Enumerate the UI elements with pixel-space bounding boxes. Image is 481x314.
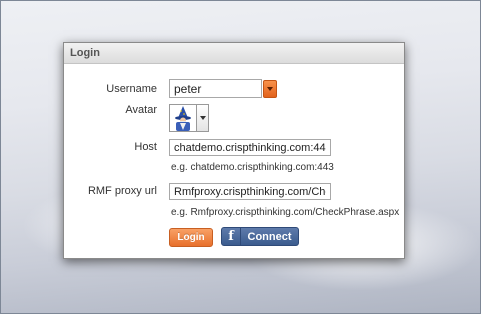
proxy-url-field[interactable]	[169, 183, 331, 200]
username-dropdown-button[interactable]	[263, 80, 277, 98]
avatar-label: Avatar	[125, 104, 157, 116]
host-label: Host	[134, 141, 157, 153]
dialog-title: Login	[64, 43, 404, 64]
facebook-icon: f	[222, 228, 241, 245]
chevron-down-icon	[267, 87, 273, 91]
username-field[interactable]	[169, 79, 262, 98]
facebook-connect-button[interactable]: f Connect	[221, 227, 299, 246]
wizard-avatar-icon[interactable]	[169, 104, 197, 132]
avatar-dropdown-button[interactable]	[197, 104, 209, 132]
login-dialog: Login Username Avatar Host e.g. chatdemo…	[63, 42, 405, 259]
proxy-hint: e.g. Rmfproxy.crispthinking.com/CheckPhr…	[171, 207, 400, 218]
background: Login Username Avatar Host e.g. chatdemo…	[0, 0, 481, 314]
host-hint: e.g. chatdemo.crispthinking.com:443	[171, 162, 334, 173]
host-field[interactable]	[169, 139, 331, 156]
login-button[interactable]: Login	[169, 228, 213, 247]
chevron-down-icon	[199, 116, 206, 120]
username-label: Username	[106, 83, 157, 95]
login-button-label: Login	[177, 232, 205, 243]
proxy-label: RMF proxy url	[87, 185, 157, 197]
facebook-connect-label: Connect	[247, 230, 292, 243]
